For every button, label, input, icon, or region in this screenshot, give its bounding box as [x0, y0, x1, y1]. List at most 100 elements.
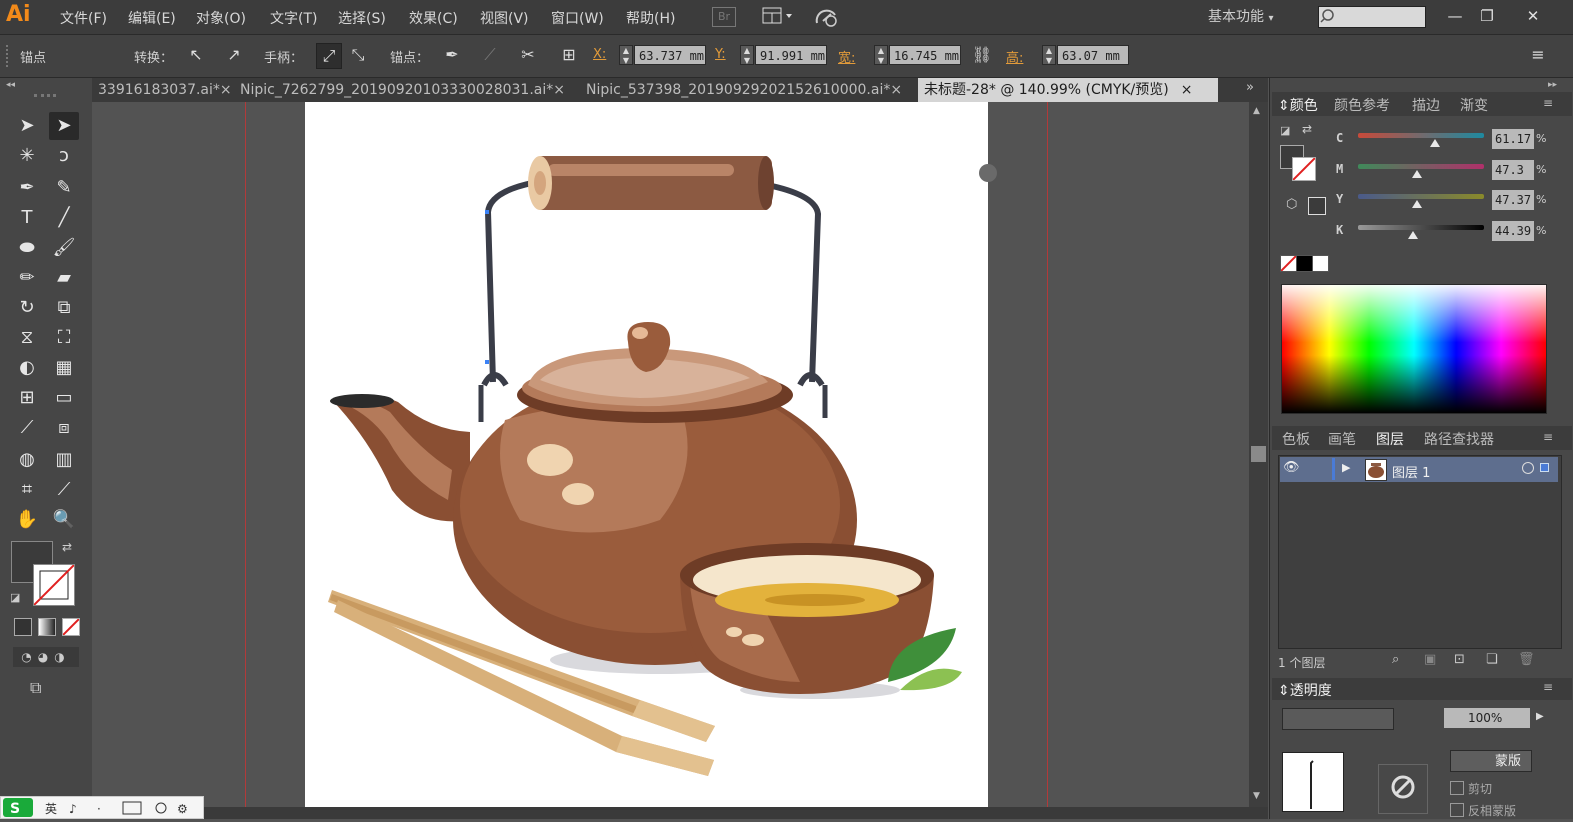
gradient-tool-icon[interactable]: ▭: [49, 384, 79, 412]
minimize-button[interactable]: —: [1440, 4, 1470, 28]
column-graph-tool-icon[interactable]: ▥: [49, 446, 79, 474]
y-field[interactable]: 91.991 mm: [755, 45, 827, 65]
clip-checkbox[interactable]: [1450, 781, 1464, 795]
zoom-tool-icon[interactable]: 🔍: [49, 506, 79, 534]
channel-value-field[interactable]: 61.17: [1492, 129, 1534, 149]
locate-object-icon[interactable]: ⌕: [1392, 652, 1399, 667]
channel-slider-track[interactable]: [1358, 133, 1484, 138]
scroll-down-icon[interactable]: ▼: [1253, 791, 1260, 801]
layer-name[interactable]: 图层 1: [1392, 462, 1430, 481]
line-tool-icon[interactable]: ╱: [49, 204, 79, 232]
artboard-tool-icon[interactable]: ⌗: [12, 476, 42, 504]
channel-slider-track[interactable]: [1358, 225, 1484, 230]
delete-layer-icon[interactable]: 🗑: [1518, 652, 1535, 667]
perspective-grid-tool-icon[interactable]: ▦: [49, 354, 79, 382]
tab-brushes[interactable]: 画笔: [1328, 429, 1356, 449]
menu-select[interactable]: 选择(S): [338, 8, 386, 28]
channel-value-field[interactable]: 47.3: [1492, 160, 1534, 180]
paintbrush-tool-icon[interactable]: 🖌: [49, 234, 79, 262]
height-stepper[interactable]: ▲ ▼: [1042, 45, 1056, 65]
hand-tool-icon[interactable]: ✋: [12, 506, 42, 534]
menu-type[interactable]: 文字(T): [270, 8, 317, 28]
swap-colors-icon[interactable]: ⇄: [1302, 122, 1312, 136]
free-transform-tool-icon[interactable]: ⛶: [49, 324, 79, 352]
channel-slider-thumb[interactable]: [1412, 200, 1423, 208]
scroll-thumb[interactable]: [1251, 446, 1266, 462]
rotate-tool-icon[interactable]: ↻: [12, 294, 42, 322]
scale-tool-icon[interactable]: ⧉: [49, 294, 79, 322]
gpu-performance-icon[interactable]: [814, 6, 840, 28]
stroke-swatch[interactable]: [33, 564, 75, 606]
align-grid-icon[interactable]: ⊞: [557, 43, 581, 67]
tab-close-icon[interactable]: ×: [553, 82, 565, 98]
pencil-tool-icon[interactable]: ✏: [12, 264, 42, 292]
help-search-input[interactable]: [1318, 6, 1426, 28]
tab-document-2[interactable]: Nipic_7262799_20190920103330028031.ai*×: [234, 78, 574, 102]
tab-layers[interactable]: 图层: [1376, 429, 1404, 449]
mask-link-icon[interactable]: [1378, 764, 1428, 814]
eraser-tool-icon[interactable]: ▰: [49, 264, 79, 292]
channel-slider-track[interactable]: [1358, 164, 1484, 169]
remove-anchor-icon[interactable]: ✒: [440, 43, 464, 67]
opacity-field[interactable]: 100%: [1444, 708, 1530, 728]
channel-slider-thumb[interactable]: [1408, 231, 1419, 239]
width-stepper[interactable]: ▲ ▼: [874, 45, 888, 65]
tab-document-3[interactable]: Nipic_537398_20190929202152610000.ai*×: [580, 78, 914, 102]
tab-document-1[interactable]: 33916183037.ai*×: [92, 78, 232, 102]
black-swatch[interactable]: [1296, 255, 1313, 272]
x-stepper[interactable]: ▲ ▼: [619, 45, 633, 65]
blend-mode-select[interactable]: [1282, 708, 1394, 730]
layer-target-icon[interactable]: [1522, 462, 1534, 474]
default-colors-icon[interactable]: ◪: [10, 591, 20, 604]
drawing-modes-icon[interactable]: ◔◕◑: [13, 647, 79, 667]
gradient-mode-icon[interactable]: [38, 618, 56, 636]
expand-layer-icon[interactable]: ▶: [1342, 461, 1350, 474]
default-fill-stroke-icon[interactable]: ◪: [1280, 124, 1290, 137]
invert-mask-checkbox[interactable]: [1450, 803, 1464, 817]
width-tool-icon[interactable]: ⧖: [12, 324, 42, 352]
scroll-up-icon[interactable]: ▲: [1253, 106, 1260, 116]
more-tabs-icon[interactable]: »: [1246, 80, 1254, 95]
toolbox-gripper[interactable]: [34, 94, 56, 97]
x-field[interactable]: 63.737 mm: [634, 45, 706, 65]
collapse-toolbox-icon[interactable]: ◂◂: [6, 80, 15, 90]
cut-path-icon[interactable]: ✂: [516, 43, 540, 67]
y-stepper[interactable]: ▲ ▼: [740, 45, 754, 65]
tab-color-guide[interactable]: 颜色参考: [1334, 95, 1390, 115]
type-tool-icon[interactable]: T: [12, 204, 42, 232]
menu-file[interactable]: 文件(F): [60, 8, 107, 28]
channel-slider-thumb[interactable]: [1429, 139, 1440, 147]
restore-button[interactable]: ❐: [1472, 4, 1502, 28]
layers-panel-menu-icon[interactable]: ≡: [1543, 430, 1553, 444]
tab-close-icon[interactable]: ×: [220, 82, 232, 98]
arrange-documents-icon[interactable]: [762, 7, 792, 25]
eyedropper-tool-icon[interactable]: ⟋: [12, 414, 42, 442]
collapse-panels-icon[interactable]: ▸▸: [1548, 80, 1557, 90]
convert-to-corner-icon[interactable]: ↖: [184, 43, 208, 67]
menu-effect[interactable]: 效果(C): [409, 8, 458, 28]
convert-to-smooth-icon[interactable]: ↗: [222, 43, 246, 67]
white-swatch[interactable]: [1312, 255, 1329, 272]
mesh-tool-icon[interactable]: ⊞: [12, 384, 42, 412]
gripper[interactable]: [6, 45, 10, 67]
color-spectrum[interactable]: [1281, 284, 1547, 414]
tab-gradient[interactable]: 渐变: [1460, 95, 1488, 115]
height-field[interactable]: 63.07 mm: [1057, 45, 1129, 65]
artboard-handle[interactable]: [979, 164, 997, 182]
swap-fill-stroke-icon[interactable]: ⇄: [62, 540, 72, 554]
slice-tool-icon[interactable]: ⟋: [49, 476, 79, 504]
panel-stroke-swatch[interactable]: [1292, 157, 1316, 181]
make-clipping-mask-icon[interactable]: ▣: [1424, 652, 1436, 667]
web-safe-icon[interactable]: [1308, 197, 1326, 215]
menu-edit[interactable]: 编辑(E): [128, 8, 176, 28]
channel-slider-thumb[interactable]: [1412, 170, 1423, 178]
screen-mode-icon[interactable]: ⧉: [30, 678, 41, 698]
lasso-tool-icon[interactable]: ↄ: [49, 142, 79, 170]
constrain-proportions-icon[interactable]: ⛓: [970, 43, 994, 67]
symbol-sprayer-tool-icon[interactable]: ◍: [12, 446, 42, 474]
tab-transparency[interactable]: ⇕透明度: [1278, 680, 1332, 700]
new-layer-icon[interactable]: ❏: [1486, 652, 1498, 667]
channel-slider-track[interactable]: [1358, 194, 1484, 199]
tab-swatches[interactable]: 色板: [1282, 429, 1310, 449]
blend-tool-icon[interactable]: ⧈: [49, 414, 79, 442]
